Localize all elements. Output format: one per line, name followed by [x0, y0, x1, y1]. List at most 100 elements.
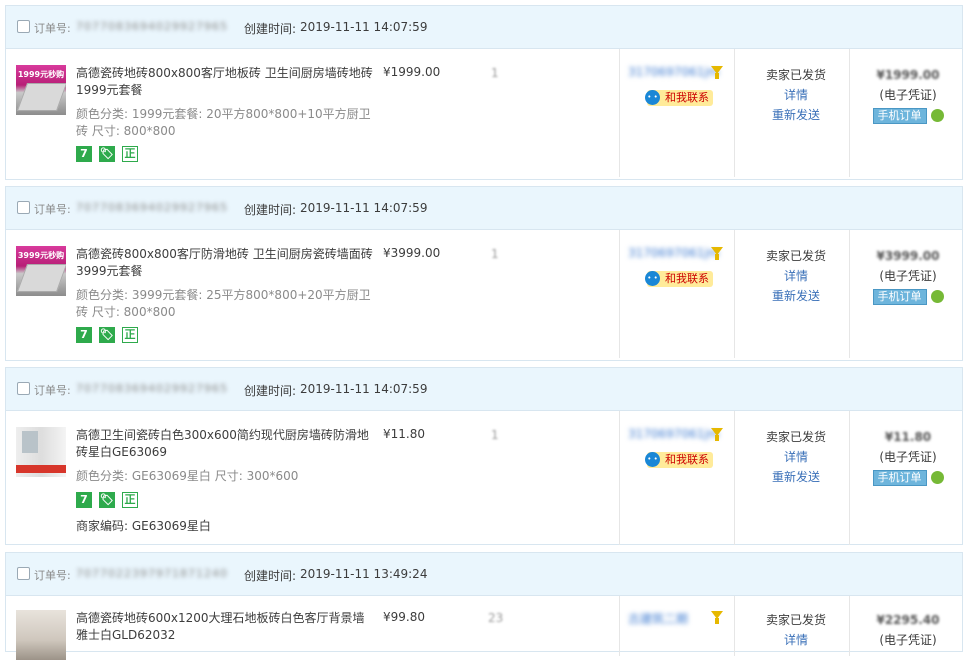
product-thumbnail[interactable]: 3999元秒购 — [16, 246, 66, 296]
order-checkbox[interactable] — [17, 20, 30, 33]
filter-icon[interactable] — [711, 247, 723, 260]
filter-icon[interactable] — [711, 66, 723, 79]
order-card: 订单号: 7077083694029927965 创建时间: 2019-11-1… — [5, 5, 963, 180]
shipped-status: 卖家已发货 — [765, 68, 826, 82]
genuine-icon[interactable]: 正 — [122, 146, 138, 162]
taobao-icon — [930, 109, 944, 122]
order-status: 卖家已发货 详情 — [741, 610, 851, 650]
total-amount: ¥2295.40 — [876, 613, 940, 627]
detail-link[interactable]: 详情 — [741, 266, 851, 286]
service-badges: 7 🏷 正 — [76, 146, 138, 162]
column-divider — [849, 49, 850, 177]
product-title-link[interactable]: 高德瓷砖800x800客厅防滑地砖 卫生间厨房瓷砖墙面砖3999元套餐 — [76, 246, 376, 280]
seven-day-return-icon[interactable]: 7 — [76, 492, 92, 508]
order-no: 7077083694029927965 — [76, 201, 228, 214]
filter-icon[interactable] — [711, 611, 723, 624]
buyer-name-link[interactable]: 古建筑二期 — [628, 610, 708, 627]
sku-info: 颜色分类: GE63069星白 尺寸: 300*600 — [76, 469, 299, 483]
e-voucher-label: (电子凭证) — [879, 633, 937, 647]
buyer-name-link[interactable]: 3170697061jm — [628, 427, 719, 441]
product-thumbnail[interactable]: 1999元秒购 — [16, 65, 66, 115]
total-amount: ¥11.80 — [884, 430, 932, 444]
product-title-link[interactable]: 高德卫生间瓷砖白色300x600简约现代厨房墙砖防滑地砖星白GE63069 — [76, 427, 376, 461]
resend-link[interactable]: 重新发送 — [741, 105, 851, 125]
shipped-status: 卖家已发货 — [765, 430, 826, 444]
tag-icon[interactable]: 🏷 — [99, 327, 115, 343]
unit-price: ¥1999.00 — [383, 65, 441, 79]
column-divider — [619, 411, 620, 545]
total-amount: ¥1999.00 — [876, 68, 940, 82]
shipped-status: 卖家已发货 — [765, 249, 826, 263]
buyer-name-link[interactable]: 3170697061jm — [628, 246, 719, 260]
detail-link[interactable]: 详情 — [741, 447, 851, 467]
resend-link[interactable]: 重新发送 — [741, 467, 851, 487]
e-voucher-label: (电子凭证) — [879, 269, 937, 283]
created-label: 创建时间: — [244, 569, 297, 583]
product-title-link[interactable]: 高德瓷砖地砖600x1200大理石地板砖白色客厅背景墙雅士白GLD62032 — [76, 610, 376, 644]
genuine-icon[interactable]: 正 — [122, 492, 138, 508]
order-item: 3999元秒购 高德瓷砖800x800客厅防滑地砖 卫生间厨房瓷砖墙面砖3999… — [6, 230, 962, 358]
column-divider — [849, 596, 850, 656]
order-no-label: 订单号: — [34, 384, 71, 397]
total-payment: ¥11.80 (电子凭证) 手机订单 — [854, 427, 962, 487]
contact-me-button[interactable]: • • 和我联系 — [645, 90, 713, 106]
bathroom-image — [22, 431, 38, 453]
merchant-code-value: GE63069星白 — [131, 519, 211, 533]
total-payment: ¥1999.00 (电子凭证) 手机订单 — [854, 65, 962, 125]
product-thumbnail[interactable] — [16, 427, 66, 477]
order-card: 订单号: 7077022397971871240 创建时间: 2019-11-1… — [5, 552, 963, 660]
quantity: 1 — [491, 247, 499, 261]
service-badges: 7 🏷 正 — [76, 327, 138, 343]
buyer-name-link[interactable]: 3170697061jm — [628, 65, 719, 79]
tag-icon[interactable]: 🏷 — [99, 146, 115, 162]
contact-me-button[interactable]: • • 和我联系 — [645, 271, 713, 287]
filter-icon[interactable] — [711, 428, 723, 441]
chat-bubble-icon: • • — [645, 452, 660, 467]
order-checkbox[interactable] — [17, 382, 30, 395]
quantity: 1 — [491, 66, 499, 80]
product-title-link[interactable]: 高德瓷砖地砖800x800客厅地板砖 卫生间厨房墙砖地砖1999元套餐 — [76, 65, 376, 99]
genuine-icon[interactable]: 正 — [122, 327, 138, 343]
contact-me-button[interactable]: • • 和我联系 — [645, 452, 713, 468]
product-thumbnail[interactable] — [16, 610, 66, 660]
tile-image — [16, 264, 66, 292]
column-divider — [849, 230, 850, 358]
column-divider — [734, 49, 735, 177]
order-checkbox[interactable] — [17, 201, 30, 214]
created-time: 2019-11-11 14:07:59 — [300, 382, 428, 396]
order-item: 1999元秒购 高德瓷砖地砖800x800客厅地板砖 卫生间厨房墙砖地砖1999… — [6, 49, 962, 177]
order-checkbox[interactable] — [17, 567, 30, 580]
order-no: 7077083694029927965 — [76, 382, 228, 395]
taobao-icon — [930, 290, 944, 303]
unit-price: ¥11.80 — [383, 427, 425, 441]
seven-day-return-icon[interactable]: 7 — [76, 327, 92, 343]
mobile-order-tag: 手机订单 — [872, 470, 927, 486]
merchant-code: 商家编码: GE63069星白 — [76, 517, 211, 534]
order-item: 高德瓷砖地砖600x1200大理石地板砖白色客厅背景墙雅士白GLD62032 ¥… — [6, 596, 962, 660]
contact-me-label: 和我联系 — [665, 91, 709, 104]
order-item: 高德卫生间瓷砖白色300x600简约现代厨房墙砖防滑地砖星白GE63069 颜色… — [6, 411, 962, 545]
promo-label: 1999元秒购 — [17, 70, 65, 79]
order-no: 7077022397971871240 — [76, 567, 228, 580]
order-header: 订单号: 7077083694029927965 创建时间: 2019-11-1… — [6, 368, 962, 411]
column-divider — [734, 411, 735, 545]
seven-day-return-icon[interactable]: 7 — [76, 146, 92, 162]
taobao-icon — [930, 471, 944, 484]
order-no-label: 订单号: — [34, 569, 71, 582]
quantity: 23 — [488, 611, 504, 625]
contact-me-label: 和我联系 — [665, 272, 709, 285]
order-status: 卖家已发货 详情 重新发送 — [741, 427, 851, 487]
chat-bubble-icon: • • — [645, 271, 660, 286]
tag-icon[interactable]: 🏷 — [99, 492, 115, 508]
order-header: 订单号: 7077083694029927965 创建时间: 2019-11-1… — [6, 187, 962, 230]
sku-info: 颜色分类: 1999元套餐: 20平方800*800+10平方厨卫砖 尺寸: 8… — [76, 107, 371, 138]
sku-info: 颜色分类: 3999元套餐: 25平方800*800+20平方厨卫砖 尺寸: 8… — [76, 288, 371, 319]
created-time: 2019-11-11 14:07:59 — [300, 20, 428, 34]
resend-link[interactable]: 重新发送 — [741, 286, 851, 306]
service-badges: 7 🏷 正 — [76, 492, 138, 508]
created-label: 创建时间: — [244, 22, 297, 36]
order-status: 卖家已发货 详情 重新发送 — [741, 246, 851, 306]
mobile-order-tag: 手机订单 — [872, 289, 927, 305]
detail-link[interactable]: 详情 — [741, 85, 851, 105]
detail-link[interactable]: 详情 — [741, 630, 851, 650]
